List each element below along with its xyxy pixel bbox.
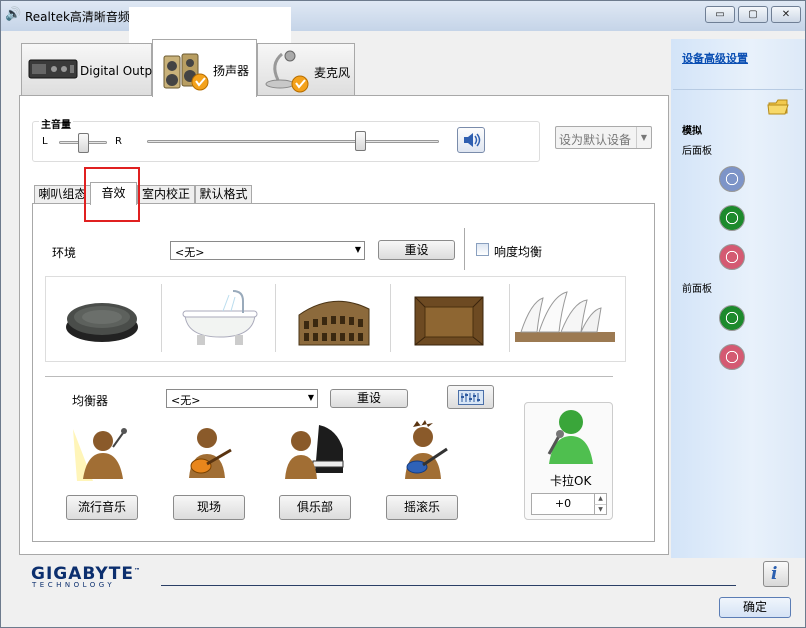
microphone-icon — [265, 50, 309, 93]
rear-blue-jack[interactable] — [719, 166, 745, 192]
wooden-room-icon[interactable] — [413, 293, 485, 349]
balance-slider-thumb[interactable] — [77, 133, 89, 153]
digital-output-icon — [28, 59, 78, 79]
eq-preset-pop-button[interactable]: 流行音乐 — [66, 495, 138, 520]
equalizer-select[interactable]: <无> ▼ — [166, 389, 318, 408]
tab-microphone[interactable]: 麦克风 — [257, 43, 355, 95]
selection-highlight — [84, 167, 140, 222]
realtek-audio-window: 🔊 Realtek高清晰音频 ▭ ▢ ✕ Digital Output 扬声器 — [0, 0, 806, 628]
volume-slider-thumb[interactable] — [354, 131, 366, 151]
front-green-jack[interactable] — [719, 305, 745, 331]
tab-room-correction[interactable]: 室内校正 — [137, 185, 195, 204]
speaker-volume-icon — [464, 133, 481, 147]
maximize-button[interactable]: ▢ — [738, 6, 768, 23]
trademark-symbol: ™ — [133, 567, 141, 575]
divider — [464, 228, 465, 270]
rear-pink-jack[interactable] — [719, 244, 745, 270]
karaoke-key-value: +0 — [554, 497, 572, 510]
front-panel-label: 前面板 — [682, 284, 712, 295]
loudness-equalization-label: 响度均衡 — [494, 245, 543, 259]
divider — [161, 284, 162, 352]
stepper-up-icon[interactable]: ▲ — [594, 494, 606, 504]
tab-default-format[interactable]: 默认格式 — [195, 185, 252, 204]
divider — [45, 376, 613, 377]
karaoke-key-stepper[interactable]: +0 ▲ ▼ — [531, 493, 607, 515]
divider — [673, 89, 803, 90]
karaoke-label: 卡拉OK — [550, 474, 592, 488]
advanced-device-settings-link[interactable]: 设备高级设置 — [682, 50, 748, 66]
chevron-down-icon: ▼ — [636, 127, 651, 148]
divider — [161, 585, 736, 586]
info-button[interactable]: i — [763, 561, 789, 587]
info-icon: i — [771, 564, 778, 584]
divider — [275, 284, 276, 352]
loudness-equalization-checkbox[interactable] — [476, 243, 489, 256]
rear-panel-label: 后面板 — [682, 146, 712, 157]
eq-preset-club-button[interactable]: 俱乐部 — [279, 495, 351, 520]
speaker-app-icon: 🔊 — [5, 7, 22, 22]
minimize-button[interactable]: ▭ — [705, 6, 735, 23]
stone-disc-icon[interactable] — [63, 293, 141, 345]
speaker-icon — [163, 53, 209, 91]
environment-select-value: <无> — [175, 246, 205, 259]
chevron-down-icon: ▼ — [307, 393, 314, 402]
folder-icon[interactable] — [767, 97, 789, 115]
ok-button[interactable]: 确定 — [719, 597, 791, 618]
divider — [390, 284, 391, 352]
equalizer-reset-button[interactable]: 重设 — [330, 389, 408, 408]
tab-digital-output[interactable]: Digital Output — [21, 43, 164, 95]
divider — [509, 284, 510, 352]
tab-microphone-label: 麦克风 — [314, 66, 351, 80]
colosseum-icon[interactable] — [295, 291, 373, 349]
club-pianist-icon[interactable] — [285, 421, 345, 481]
opera-house-icon[interactable] — [513, 288, 617, 348]
title-bar[interactable]: 🔊 Realtek高清晰音频 ▭ ▢ ✕ — [1, 1, 805, 31]
chevron-down-icon: ▼ — [354, 245, 361, 254]
analog-label: 模拟 — [682, 126, 702, 137]
close-button[interactable]: ✕ — [771, 6, 801, 23]
live-guitarist-icon[interactable] — [181, 424, 237, 480]
eq-preset-live-button[interactable]: 现场 — [173, 495, 245, 520]
tab-speaker-label: 扬声器 — [213, 64, 250, 78]
set-default-device-dropdown[interactable]: 设为默认设备 ▼ — [555, 126, 652, 149]
equalizer-select-value: <无> — [171, 394, 201, 407]
equalizer-label: 均衡器 — [72, 394, 109, 408]
graphic-eq-icon — [458, 390, 484, 405]
tab-speaker[interactable]: 扬声器 — [152, 39, 257, 97]
eq-preset-rock-button[interactable]: 摇滚乐 — [386, 495, 458, 520]
front-pink-jack[interactable] — [719, 344, 745, 370]
rock-guitarist-icon[interactable] — [397, 419, 453, 481]
environment-reset-button[interactable]: 重设 — [378, 240, 455, 260]
graphic-eq-button[interactable] — [447, 385, 494, 409]
balance-right-label: R — [115, 136, 122, 147]
environment-select[interactable]: <无> ▼ — [170, 241, 365, 260]
jack-sidebar — [671, 39, 805, 558]
balance-left-label: L — [42, 136, 48, 147]
rear-green-jack[interactable] — [719, 205, 745, 231]
karaoke-singer-icon[interactable] — [541, 406, 595, 466]
mute-button[interactable] — [457, 127, 485, 153]
window-title: Realtek高清晰音频 — [25, 10, 130, 24]
bathtub-icon[interactable] — [181, 287, 259, 349]
brand-tagline: TECHNOLOGY — [32, 581, 116, 589]
tab-speaker-config[interactable]: 喇叭组态 — [34, 185, 91, 204]
main-volume-label: 主音量 — [39, 116, 73, 131]
environment-label: 环境 — [52, 246, 77, 260]
set-default-device-label: 设为默认设备 — [559, 133, 632, 147]
stepper-down-icon[interactable]: ▼ — [594, 504, 606, 514]
pop-singer-icon[interactable] — [69, 421, 131, 483]
volume-slider-track[interactable] — [147, 140, 439, 143]
